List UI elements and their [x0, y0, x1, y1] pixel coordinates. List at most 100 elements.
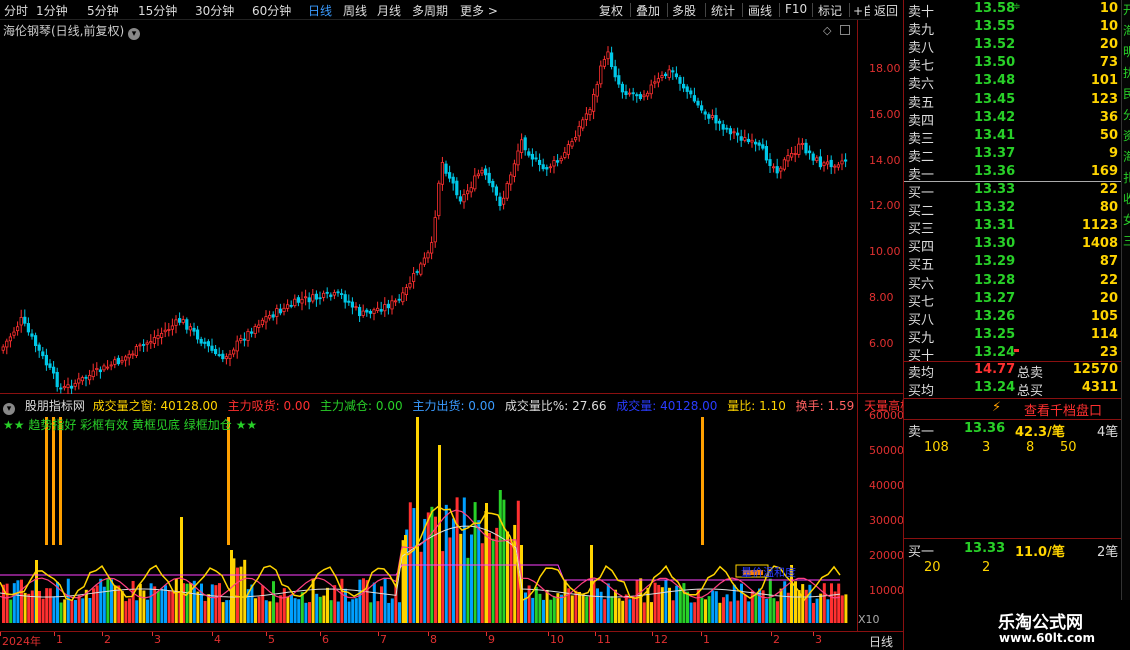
multi-stock-button[interactable]: 多股 [672, 2, 696, 19]
candle-body [174, 319, 178, 326]
date-tick-mark [652, 632, 653, 636]
candle-body [106, 366, 110, 369]
period-tab-weekly[interactable]: 周线 [343, 2, 367, 19]
asks-level-row[interactable]: 卖一 13.36 169 [904, 164, 1122, 183]
asks-level-row[interactable]: 卖八 13.52 20 [904, 37, 1122, 56]
level-price: 13.37 [974, 145, 1016, 161]
candle-body [746, 138, 751, 143]
candle-body [829, 159, 833, 168]
edge-strip-char: 扎 [1123, 168, 1130, 189]
date-tick-label: 5 [268, 633, 275, 646]
diamond-icon[interactable]: ◇ [823, 24, 831, 37]
asks-level-row[interactable]: 卖三 13.41 50 [904, 128, 1122, 147]
volume-bar [174, 578, 178, 623]
chevron-down-icon[interactable]: ▾ [128, 28, 141, 40]
level-price: 13.48 [974, 73, 1016, 89]
candle-body [408, 283, 412, 288]
volume-bar [203, 600, 207, 623]
window-square-icon[interactable] [840, 25, 850, 35]
price-chart-panel[interactable]: 海伦钢琴(日线,前复权) ▾ ◇ 18.00 16.00 14.00 12.00… [0, 20, 903, 394]
candle-body [426, 252, 430, 259]
level-label: 卖十 [908, 5, 935, 20]
volume-bar [74, 600, 77, 623]
stats-button[interactable]: 统计 [711, 2, 735, 19]
period-tab-5min[interactable]: 5分钟 [87, 2, 119, 19]
candle-body [754, 141, 758, 145]
candle-body [509, 174, 513, 185]
volume-bar [696, 589, 700, 623]
volume-bar [398, 602, 401, 623]
signal-bar [59, 417, 62, 545]
overlay-button[interactable]: 叠加 [636, 2, 660, 19]
bids-level-row[interactable]: 买一 13.33 22 [904, 182, 1122, 201]
candle-body [116, 357, 120, 365]
period-tab-1min[interactable]: 1分钟 [36, 2, 68, 19]
volume-bar [574, 590, 578, 623]
bids-level-row[interactable]: 买四 13.30 1408 [904, 236, 1122, 255]
candle-body [303, 296, 308, 299]
volume-bar [340, 578, 344, 623]
bids-level-row[interactable]: 买七 13.27 20 [904, 290, 1122, 310]
asks-level-row[interactable]: 卖二 13.37 9 [904, 145, 1122, 165]
f10-button[interactable]: F10 [785, 2, 807, 16]
adjust-button[interactable]: 复权 [599, 2, 623, 19]
volume-bar [88, 597, 92, 623]
asks-level-row[interactable]: 卖六 13.48 101 [904, 73, 1122, 92]
bids-level-row[interactable]: 买五 13.29 87 [904, 254, 1122, 273]
period-tab-monthly[interactable]: 月线 [377, 2, 401, 19]
edge-strip-char: 开 [1123, 0, 1130, 21]
volume-bar [362, 578, 365, 623]
volume-bar [336, 601, 340, 623]
date-tick-label: 2 [104, 633, 111, 646]
date-tick-label: 10 [550, 633, 564, 646]
volume-bar [714, 591, 718, 623]
bids-level-row[interactable]: 买八 13.26 105 [904, 309, 1122, 328]
indicator-value: 成交量之窗: 40128.00 [92, 399, 218, 413]
volume-bar [837, 583, 841, 623]
candle-body [177, 318, 182, 323]
mark-button[interactable]: 标记 [818, 2, 842, 19]
bids-level-row[interactable]: 买二 13.32 80 [904, 200, 1122, 219]
period-more-button[interactable]: 更多 > [460, 2, 498, 19]
period-tab-60min[interactable]: 60分钟 [252, 2, 291, 19]
period-tab-daily[interactable]: 日线 [308, 2, 332, 19]
candle-body [750, 139, 754, 143]
period-tab-30min[interactable]: 30分钟 [195, 2, 234, 19]
level-label: 买九 [908, 330, 935, 346]
candlestick-chart[interactable] [0, 20, 857, 394]
indicator-name[interactable]: 股朋指标网 [25, 399, 85, 413]
indicator-panel[interactable]: ▾ 股朋指标网 成交量之窗: 40128.00 主力吸货: 0.00 主力减仓:… [0, 395, 952, 631]
bids-level-row[interactable]: 买三 13.31 1123 [904, 218, 1122, 237]
volume-bar [135, 600, 139, 623]
period-tab-intraday[interactable]: 分时 [4, 2, 28, 19]
asks-level-row[interactable]: 卖五 13.45 123 [904, 92, 1122, 111]
candle-body [141, 344, 146, 346]
period-tab-multi[interactable]: 多周期 [412, 2, 448, 19]
candle-body [523, 137, 527, 151]
asks-level-row[interactable]: 卖七 13.50 73 [904, 55, 1122, 74]
candle-body [685, 86, 689, 92]
bids-level-row[interactable]: 买六 13.28 22 [904, 273, 1122, 292]
volume-bar [12, 583, 16, 623]
candle-body [357, 307, 362, 317]
bids-level-row[interactable]: 买九 13.25 114 [904, 327, 1122, 346]
lightning-icon: ⚡ [992, 400, 1002, 415]
level-volume: 20 [1099, 290, 1118, 306]
candle-body [624, 91, 628, 95]
view-full-book-button[interactable]: 查看千档盘口 [1024, 400, 1102, 419]
candle-body [8, 336, 12, 342]
asks-level-row[interactable]: 卖九 13.55 10 [904, 19, 1122, 38]
chevron-down-icon[interactable]: ▾ [3, 403, 15, 415]
candle-body [159, 333, 164, 338]
candle-body [415, 271, 419, 273]
candle-body [149, 341, 153, 344]
period-tab-15min[interactable]: 15分钟 [138, 2, 177, 19]
volume-bar [419, 551, 423, 623]
asks-level-row[interactable]: 卖四 13.42 36 [904, 110, 1122, 129]
draw-line-button[interactable]: 画线 [748, 2, 772, 19]
queue-summary-row: 买一 13.33 11.0/笔 2笔 [904, 541, 1122, 560]
date-tick-mark [0, 632, 1, 636]
period-label[interactable]: 日线 [859, 633, 903, 650]
back-button[interactable]: 返回 [874, 2, 898, 19]
level-volume: 1408 [1081, 236, 1118, 252]
